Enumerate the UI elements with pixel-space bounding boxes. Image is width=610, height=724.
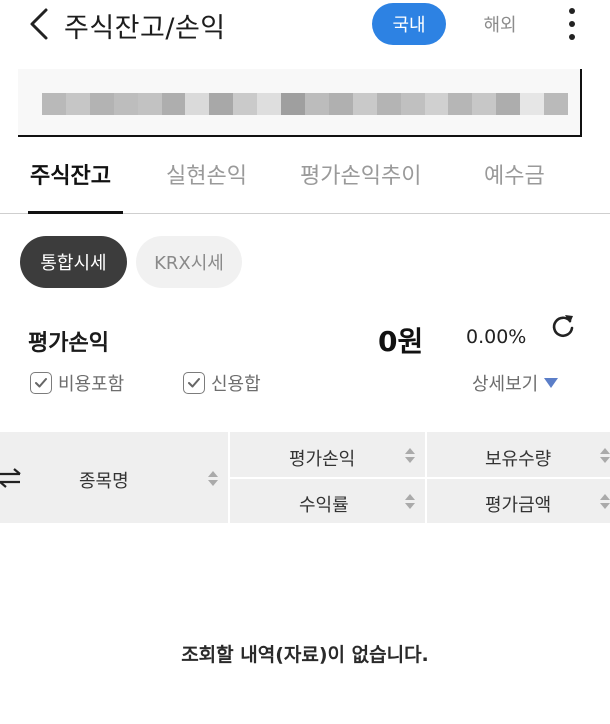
tab-deposit[interactable]: 예수금 [484, 158, 545, 190]
masked-account-number [42, 93, 568, 115]
sort-icon[interactable] [405, 494, 415, 510]
checkbox-checked-icon [183, 372, 205, 394]
col-holding-qty[interactable]: 보유수량 [485, 445, 551, 471]
include-fees-label: 비용포함 [58, 374, 125, 395]
table-header: 종목명 평가손익 수익률 보유수량 평가금액 [0, 432, 610, 523]
sort-icon[interactable] [208, 471, 218, 487]
col-stock-name[interactable]: 종목명 [79, 467, 129, 493]
chip-krx-price[interactable]: KRX시세 [136, 236, 242, 288]
back-icon[interactable] [22, 4, 62, 44]
credit-sum-label: 신용합 [211, 374, 261, 395]
include-fees-checkbox[interactable]: 비용포함 [30, 369, 124, 397]
tab-realized-pl[interactable]: 실현손익 [166, 158, 247, 190]
col-return-rate[interactable]: 수익률 [299, 491, 349, 517]
eval-pl-label: 평가손익 [28, 331, 109, 356]
col-eval-pl[interactable]: 평가손익 [289, 445, 355, 471]
sort-icon[interactable] [600, 448, 610, 464]
checkbox-checked-icon [30, 372, 52, 394]
detail-view-button[interactable]: 상세보기 [472, 369, 559, 397]
active-tab-indicator [28, 211, 123, 214]
credit-sum-checkbox[interactable]: 신용합 [183, 369, 261, 397]
segment-overseas[interactable]: 해외 [470, 3, 530, 45]
tab-stock-balance[interactable]: 주식잔고 [30, 158, 111, 190]
empty-state-message: 조회할 내역(자료)이 없습니다. [181, 644, 429, 666]
refresh-icon[interactable] [548, 312, 578, 342]
eval-pl-amount: 0원 [378, 325, 424, 358]
sort-icon[interactable] [405, 448, 415, 464]
segment-domestic[interactable]: 국내 [372, 3, 446, 45]
page-title: 주식잔고/손익 [64, 13, 226, 44]
triangle-down-icon [544, 378, 559, 388]
tab-eval-pl-trend[interactable]: 평가손익추이 [300, 158, 421, 190]
chip-integrated-price[interactable]: 통합시세 [20, 236, 127, 288]
sort-icon[interactable] [600, 494, 610, 510]
eval-pl-rate: 0.00% [466, 326, 527, 348]
detail-view-label: 상세보기 [472, 374, 539, 395]
col-eval-amount[interactable]: 평가금액 [485, 491, 551, 517]
account-selector[interactable] [18, 69, 582, 137]
column-settings-icon[interactable] [0, 468, 22, 488]
more-menu-icon[interactable] [560, 2, 584, 46]
